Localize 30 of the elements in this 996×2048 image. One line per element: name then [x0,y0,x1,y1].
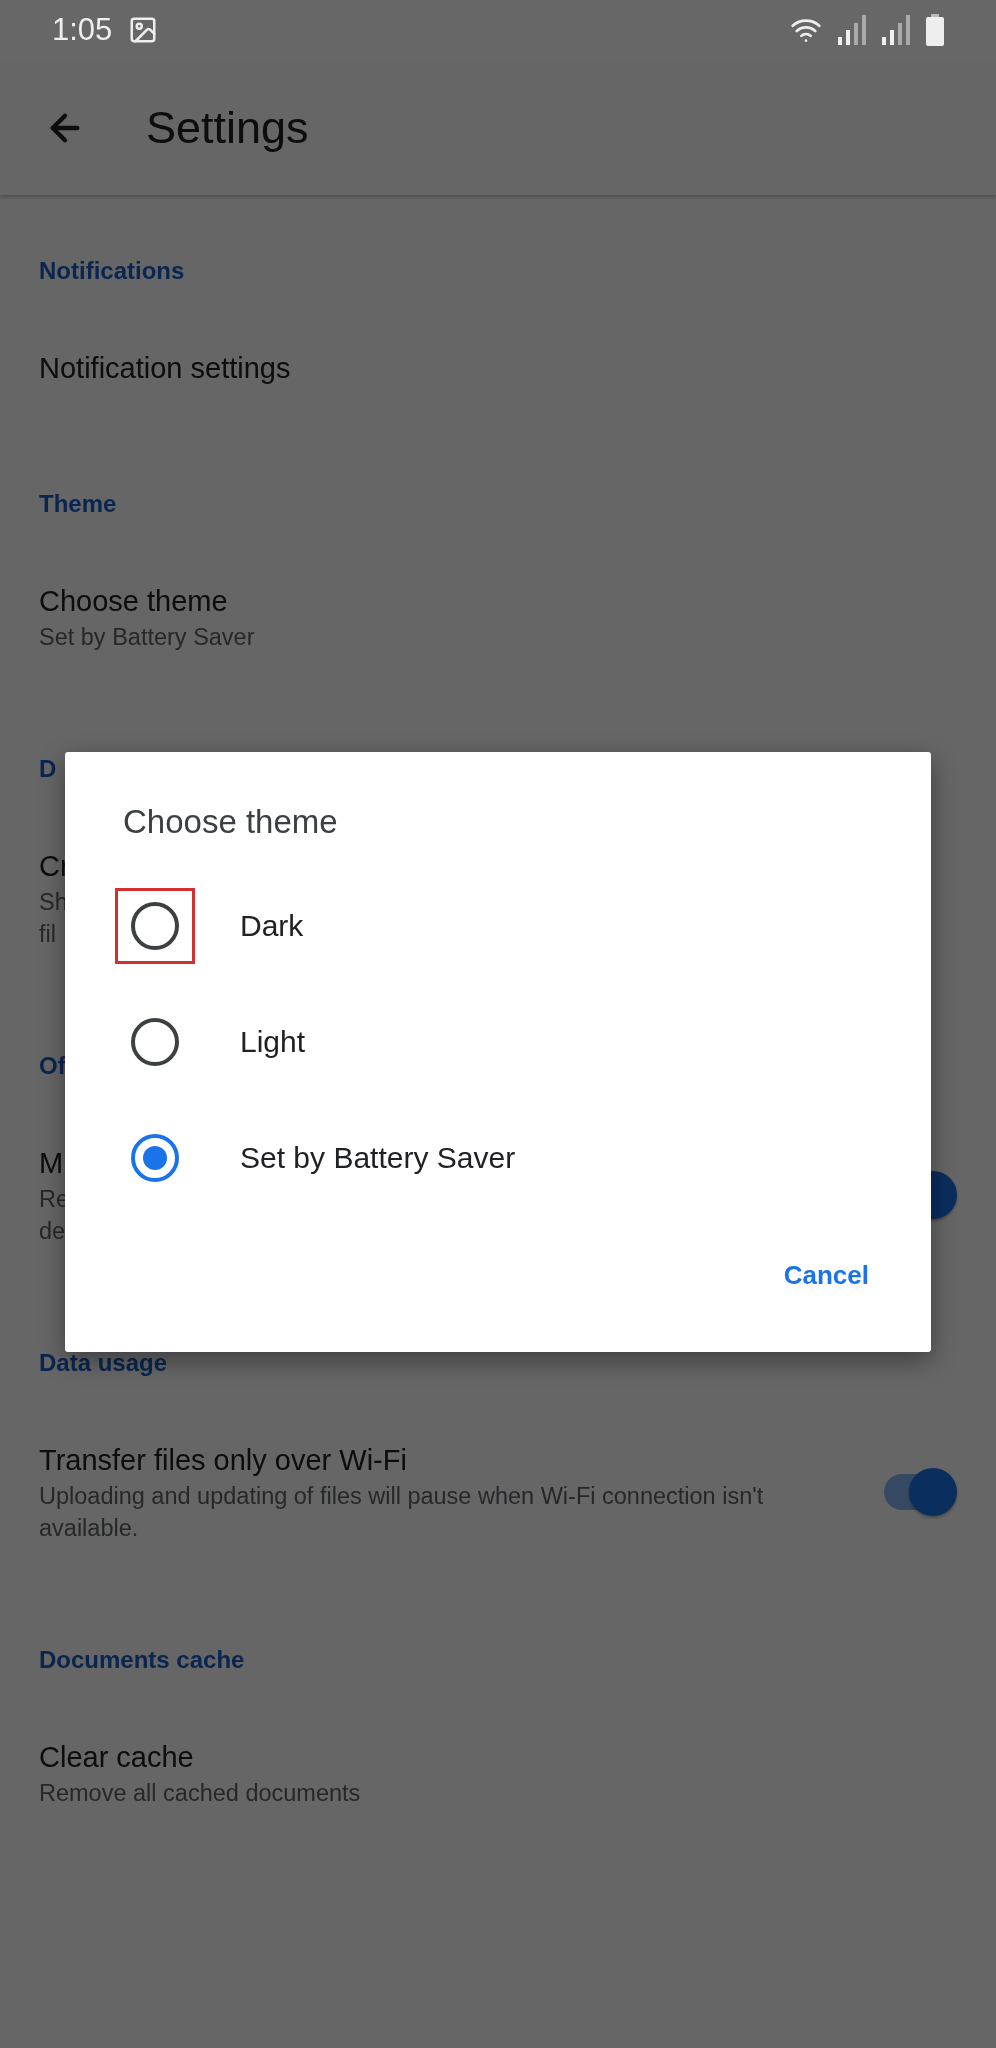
section-header: Theme [39,489,118,519]
radio-button[interactable] [131,1134,179,1182]
setting-title[interactable]: Notification settings [39,348,291,388]
signal-icon [838,15,866,45]
status-time: 1:05 [52,12,113,48]
section-header: Notifications [39,256,186,286]
setting-description: Remove all cached documents [39,1779,361,1808]
dialog-title: Choose theme [123,802,339,842]
setting-title[interactable]: M [39,1143,64,1183]
radio-button[interactable] [131,902,179,950]
setting-title[interactable]: Choose theme [39,581,228,621]
image-icon [128,15,159,45]
setting-title[interactable]: Clear cache [39,1737,194,1777]
section-header: D [39,754,58,784]
section-header: Data usage [39,1348,169,1378]
setting-description: fil [39,920,56,949]
radio-button[interactable] [131,1018,179,1066]
screen-title: Settings [146,101,309,154]
option-label[interactable]: Set by Battery Saver [240,1141,516,1175]
setting-title[interactable]: Transfer files only over Wi-Fi [39,1440,407,1480]
setting-description: de [39,1217,66,1246]
signal-icon [882,15,910,45]
setting-description: Set by Battery Saver [39,623,255,652]
section-header: Of [39,1051,67,1081]
cancel-button[interactable]: Cancel [783,1252,869,1299]
battery-icon [926,14,944,46]
setting-description: Uploading and updating of files will pause when Wi-Fi connection isn't available. [39,1482,765,1543]
section-header: Documents cache [39,1645,246,1675]
option-label[interactable]: Dark [240,909,304,943]
option-label[interactable]: Light [240,1025,306,1059]
